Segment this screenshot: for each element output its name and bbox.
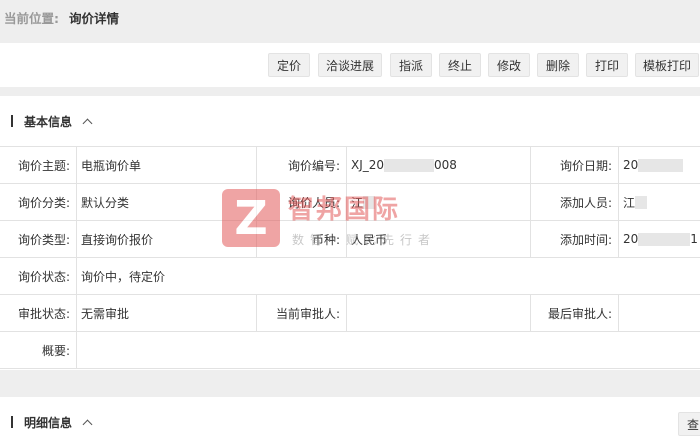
table-row: 询价类型: 直接询价报价 币种: 人民币 添加时间: 20 1 [0,221,700,258]
approval-status-value: 无需审批 [81,306,130,321]
template-print-button[interactable]: 模板打印 [635,53,699,77]
redaction-mask [638,158,684,172]
field-label: 添加时间: [559,232,612,247]
last-approver-value [618,295,700,331]
field-value: 默认分类 [81,195,130,210]
print-button[interactable]: 打印 [586,53,628,77]
field-label: 询价编号: [287,158,340,173]
field-label: 询价分类: [17,195,70,210]
redaction-mask [635,195,648,209]
table-row: 询价主题: 电瓶询价单 询价编号: XJ_20 008 询价日期: 20 [0,147,700,184]
summary-value [76,332,676,368]
view-button[interactable]: 查 [678,412,700,436]
price-button[interactable]: 定价 [268,53,310,77]
basic-info-header[interactable]: 基本信息 [0,96,700,146]
section-marker [11,115,13,127]
field-label: 询价人员: [287,195,340,210]
inquiry-date-value: 20 [618,147,700,183]
section-marker [11,416,13,428]
field-label: 当前审批人: [275,306,340,321]
chevron-up-icon[interactable] [82,419,93,429]
assign-button[interactable]: 指派 [390,53,432,77]
delete-button[interactable]: 删除 [537,53,579,77]
breadcrumb: 当前位置: 询价详情 [0,0,700,34]
edit-button[interactable]: 修改 [488,53,530,77]
detail-info-title: 明细信息 [24,415,73,430]
basic-info-table: 询价主题: 电瓶询价单 询价编号: XJ_20 008 询价日期: 20 询价分类… [0,146,700,369]
redaction-mask [638,232,691,246]
field-label: 概要: [41,343,70,358]
detail-info-header[interactable]: 明细信息 [0,397,700,442]
field-label: 审批状态: [17,306,70,321]
redaction-mask [363,195,376,209]
detail-info-section: 明细信息 [0,397,700,442]
field-label: 币种: [311,232,340,247]
field-label: 询价类型: [17,232,70,247]
field-value: 直接询价报价 [81,232,154,247]
current-approver-value [346,295,530,331]
terminate-button[interactable]: 终止 [439,53,481,77]
field-label: 询价主题: [17,158,70,173]
page-title: 询价详情 [69,10,120,26]
inquiry-number-value: XJ_20 008 [351,158,457,172]
field-label: 最后审批人: [547,306,612,321]
added-time-value: 20 1 [623,232,698,246]
field-value: 电瓶询价单 [81,158,142,173]
basic-info-title: 基本信息 [24,114,73,129]
field-label: 询价日期: [559,158,612,173]
inquiry-status-value: 询价中，待定价 [81,269,166,284]
field-label: 询价状态: [17,269,70,284]
table-row: 询价状态: 询价中，待定价 [0,258,700,295]
redaction-mask [384,158,435,172]
table-row: 概要: [0,332,700,369]
field-label: 添加人员: [559,195,612,210]
action-toolbar: 定价 洽谈进展 指派 终止 修改 删除 打印 模板打印 [0,43,700,87]
chevron-up-icon[interactable] [82,118,93,128]
negotiation-progress-button[interactable]: 洽谈进展 [318,53,382,77]
added-by-value: 江 [618,184,700,220]
table-row: 审批状态: 无需审批 当前审批人: 最后审批人: [0,295,700,332]
currency-value: 人民币 [351,232,388,247]
table-row: 询价分类: 默认分类 询价人员: 江 添加人员: 江 [0,184,700,221]
inquiry-person-value: 江 [346,184,530,220]
breadcrumb-prefix: 当前位置: [4,10,59,26]
